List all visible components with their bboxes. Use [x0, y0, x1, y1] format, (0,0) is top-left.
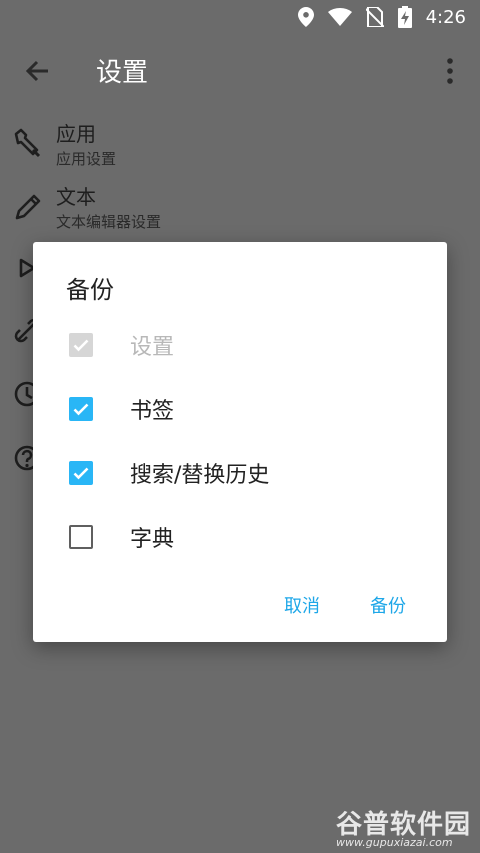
status-bar: 4:26 [0, 0, 480, 34]
dialog-title: 备份 [66, 276, 114, 304]
check-icon [73, 403, 89, 416]
check-icon [73, 467, 89, 480]
status-time: 4:26 [425, 6, 466, 28]
watermark-url: www.gupuxiazai.com [336, 836, 453, 849]
settings-item-subtitle: 应用设置 [56, 150, 117, 168]
backup-button[interactable]: 备份 [370, 592, 406, 618]
option-label: 设置 [130, 335, 175, 360]
option-dictionary[interactable]: 字典 [33, 507, 447, 567]
checkbox-settings [69, 333, 93, 357]
settings-item-title: 应用 [56, 122, 96, 146]
back-arrow-icon[interactable] [22, 56, 52, 86]
option-label: 搜索/替换历史 [130, 463, 270, 488]
settings-item-title: 文本 [56, 185, 96, 209]
wrench-icon [14, 128, 41, 158]
watermark: 谷普软件园 www.gupuxiazai.com [330, 802, 480, 853]
settings-item-text[interactable]: 文本 文本编辑器设置 [0, 177, 480, 241]
battery-charging-icon [397, 6, 412, 28]
checkbox-bookmarks[interactable] [69, 397, 93, 421]
no-sim-icon [365, 7, 384, 27]
settings-item-app[interactable]: 应用 应用设置 [0, 114, 480, 178]
option-label: 书签 [130, 399, 175, 424]
location-icon [297, 7, 314, 27]
more-vert-icon[interactable] [440, 56, 460, 86]
option-label: 字典 [130, 527, 175, 552]
backup-dialog: 备份 设置 书签 搜索/替换历史 字典 取消 备份 [33, 242, 447, 642]
wifi-icon [327, 8, 352, 26]
option-bookmarks[interactable]: 书签 [33, 379, 447, 439]
toolbar: 设置 [0, 34, 480, 104]
settings-item-subtitle: 文本编辑器设置 [56, 213, 162, 231]
option-settings: 设置 [33, 315, 447, 375]
checkbox-dictionary[interactable] [69, 525, 93, 549]
pencil-icon [15, 194, 41, 220]
page-title: 设置 [96, 58, 149, 88]
checkbox-search-replace-history[interactable] [69, 461, 93, 485]
cancel-button[interactable]: 取消 [284, 592, 320, 618]
check-icon [73, 339, 89, 352]
option-search-replace-history[interactable]: 搜索/替换历史 [33, 443, 447, 503]
